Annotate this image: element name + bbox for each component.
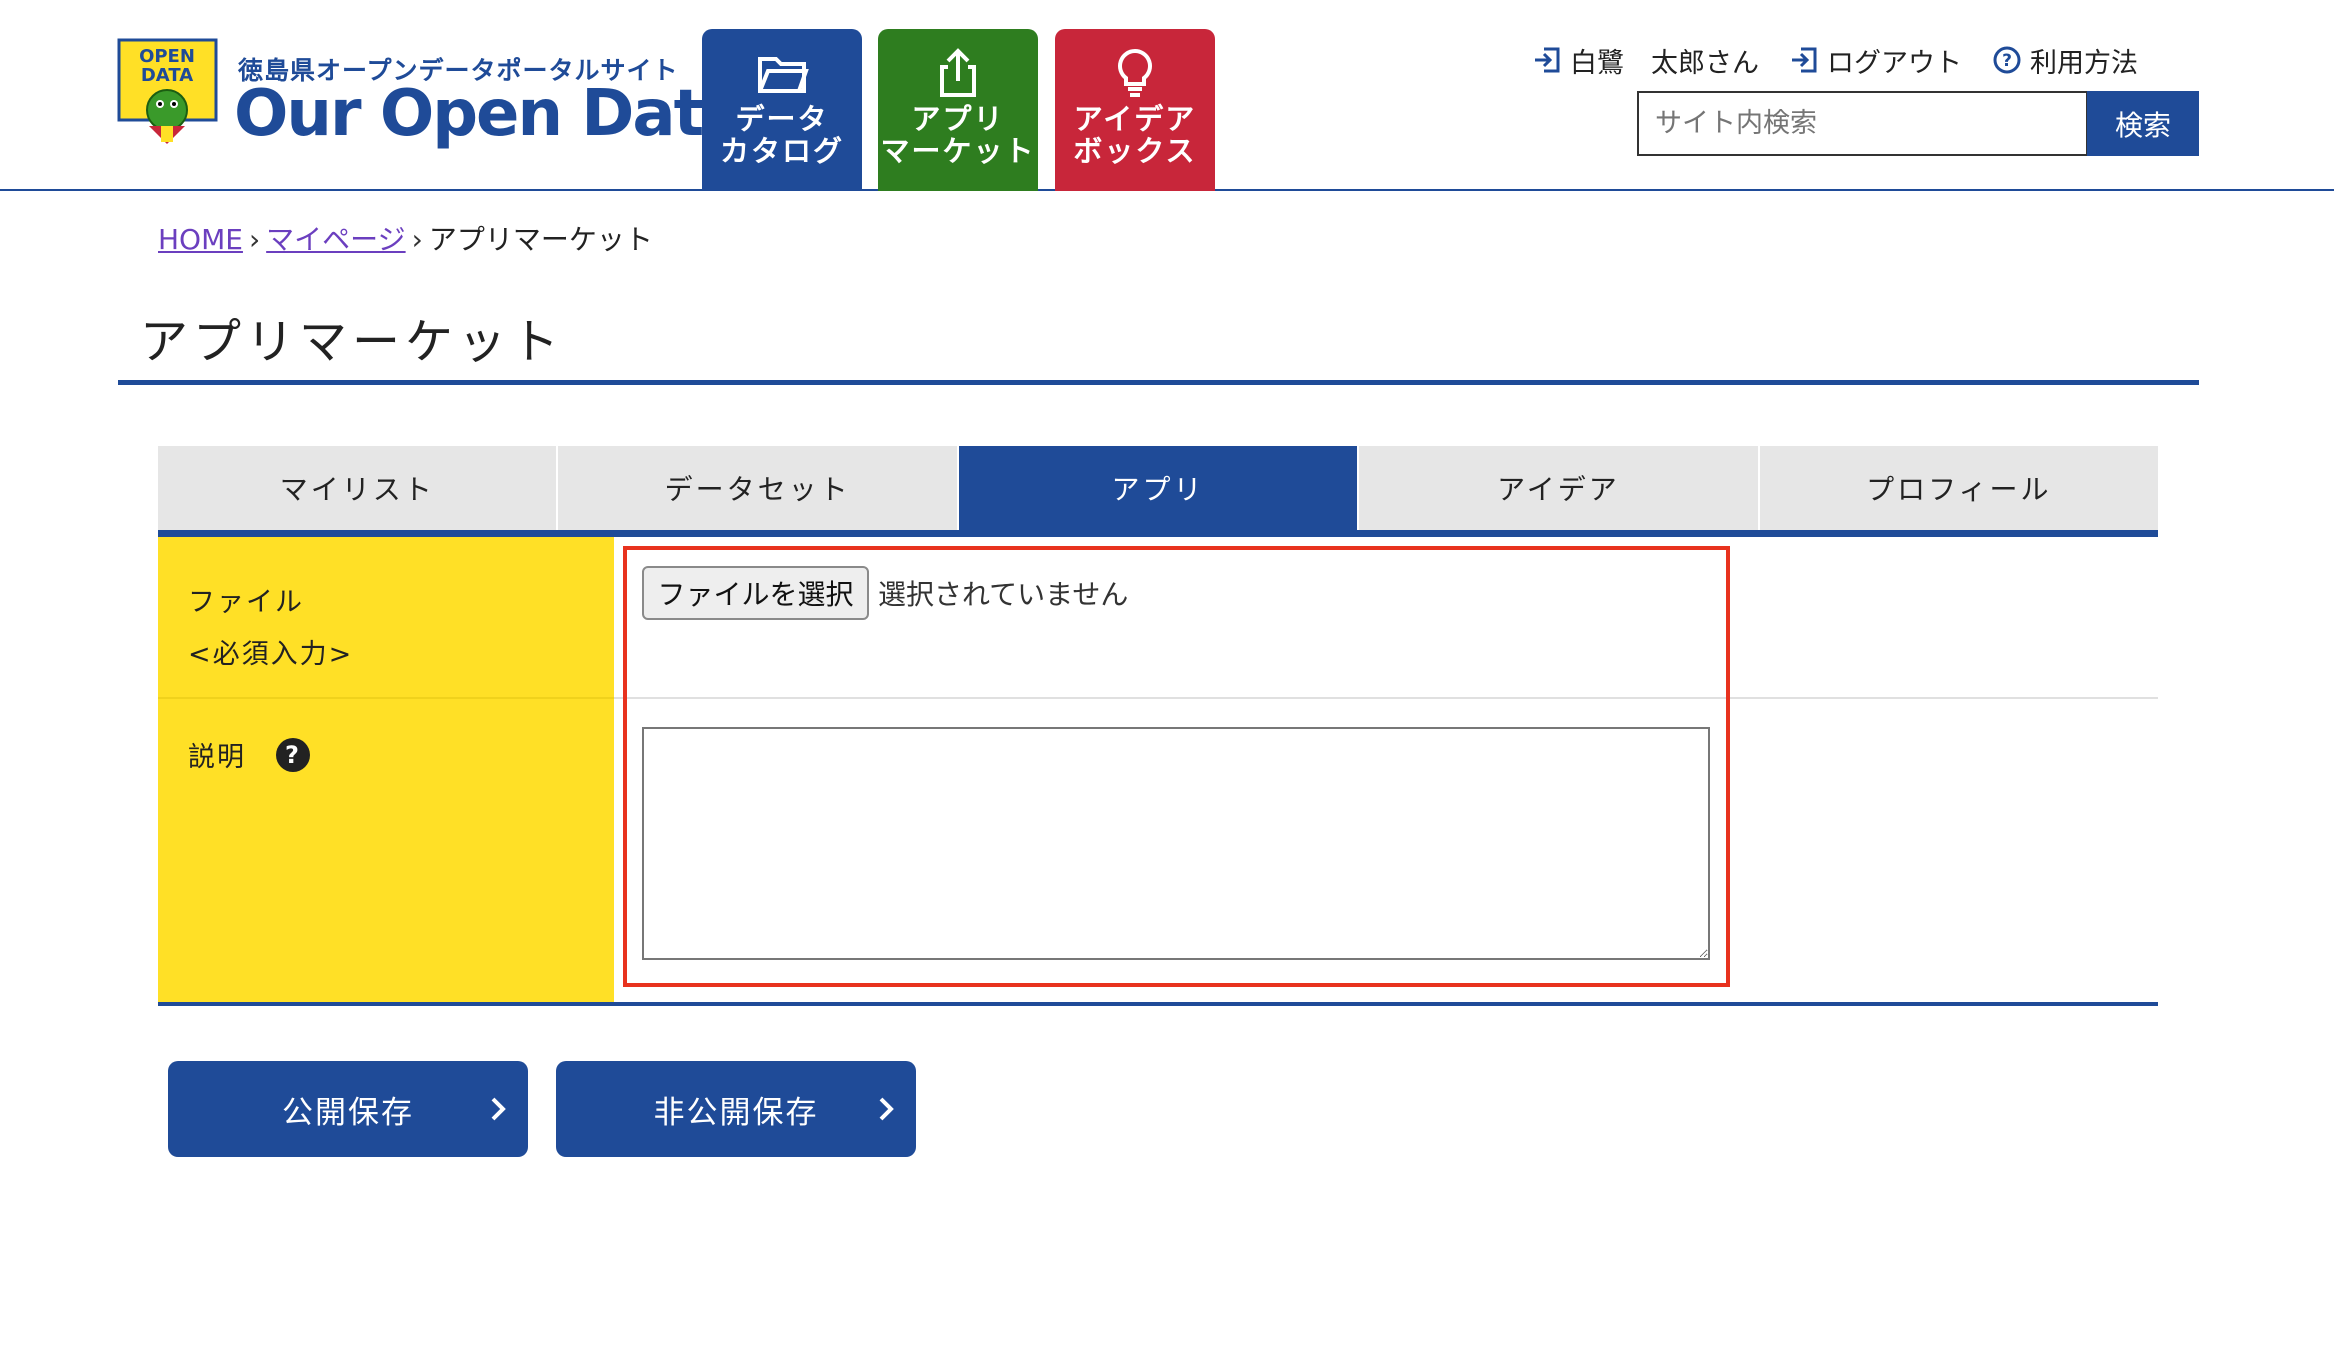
public-save-label: 公開保存 bbox=[282, 1094, 414, 1131]
description-label: 説明 ? bbox=[188, 735, 310, 774]
form-bottom-divider bbox=[158, 1002, 2158, 1006]
tab-idea[interactable]: アイデア bbox=[1359, 446, 1760, 530]
file-required-note: <必須入力> bbox=[188, 639, 354, 670]
folder-icon bbox=[758, 57, 809, 93]
row-divider-label bbox=[158, 697, 614, 699]
help-label: 利用方法 bbox=[2030, 47, 2138, 79]
mypage-tabs: マイリスト データセット アプリ アイデア プロフィール bbox=[158, 446, 2159, 530]
description-label-text: 説明 bbox=[188, 742, 246, 773]
lightbulb-icon bbox=[1118, 48, 1152, 97]
user-links: 白鷺 太郎さん ログアウト ? 利用方法 bbox=[1532, 40, 2168, 80]
breadcrumb-separator: › bbox=[411, 223, 423, 256]
logout-icon bbox=[1792, 47, 1817, 73]
upload-icon bbox=[940, 48, 976, 97]
nav-idea-box[interactable]: アイデア ボックス bbox=[1055, 29, 1215, 191]
login-icon bbox=[1535, 47, 1560, 73]
nav-idea-box-label: アイデア ボックス bbox=[1073, 102, 1197, 168]
chevron-right-icon bbox=[879, 1097, 894, 1121]
tab-divider bbox=[158, 530, 2158, 537]
tab-profile[interactable]: プロフィール bbox=[1759, 446, 2159, 530]
breadcrumb: HOME › マイページ › アプリマーケット bbox=[158, 218, 653, 258]
open-data-logo[interactable]: OPEN DATA bbox=[117, 38, 218, 148]
file-label: ファイル <必須入力> bbox=[188, 577, 353, 681]
site-search-input[interactable] bbox=[1637, 91, 2088, 156]
file-label-text: ファイル bbox=[188, 587, 304, 618]
tab-dataset[interactable]: データセット bbox=[558, 446, 959, 530]
svg-text:?: ? bbox=[2002, 51, 2012, 71]
help-icon[interactable]: ? bbox=[276, 737, 310, 772]
user-name: 白鷺 太郎さん bbox=[1570, 47, 1759, 79]
tab-app[interactable]: アプリ bbox=[958, 446, 1360, 530]
nav-app-market-label: アプリ マーケット bbox=[880, 102, 1036, 168]
logout-label: ログアウト bbox=[1827, 47, 1962, 79]
description-textarea[interactable] bbox=[642, 727, 1710, 960]
nav-data-catalog[interactable]: データ カタログ bbox=[702, 29, 862, 191]
tab-mylist[interactable]: マイリスト bbox=[158, 446, 559, 530]
app-upload-form: ファイル <必須入力> ファイルを選択 選択されていません 説明 ? bbox=[158, 537, 2158, 1002]
private-save-button[interactable]: 非公開保存 bbox=[556, 1061, 916, 1157]
logout-link[interactable]: ログアウト bbox=[1789, 41, 1962, 80]
breadcrumb-mypage[interactable]: マイページ bbox=[266, 223, 405, 256]
site-header: OPEN DATA 徳島県オープンデータポータルサイト Our Open Dat… bbox=[0, 0, 2334, 191]
choose-file-button[interactable]: ファイルを選択 bbox=[642, 566, 869, 620]
nav-app-market[interactable]: アプリ マーケット bbox=[878, 29, 1038, 191]
title-divider bbox=[118, 380, 2199, 385]
breadcrumb-current: アプリマーケット bbox=[428, 223, 653, 256]
public-save-button[interactable]: 公開保存 bbox=[168, 1061, 528, 1157]
breadcrumb-separator: › bbox=[248, 223, 261, 256]
question-circle-icon: ? bbox=[1993, 46, 2021, 74]
chevron-right-icon bbox=[491, 1097, 506, 1121]
help-link[interactable]: ? 利用方法 bbox=[1992, 41, 2138, 80]
site-title[interactable]: Our Open Data bbox=[234, 76, 745, 153]
breadcrumb-home[interactable]: HOME bbox=[158, 223, 243, 256]
user-profile-link[interactable]: 白鷺 太郎さん bbox=[1532, 41, 1759, 80]
page-title: アプリマーケット bbox=[140, 314, 565, 370]
svg-text:DATA: DATA bbox=[141, 65, 193, 86]
private-save-label: 非公開保存 bbox=[653, 1094, 819, 1131]
search-button[interactable]: 検索 bbox=[2087, 91, 2199, 156]
nav-data-catalog-label: データ カタログ bbox=[719, 102, 844, 168]
file-status: 選択されていません bbox=[878, 578, 1129, 611]
svg-text:OPEN: OPEN bbox=[139, 46, 195, 67]
